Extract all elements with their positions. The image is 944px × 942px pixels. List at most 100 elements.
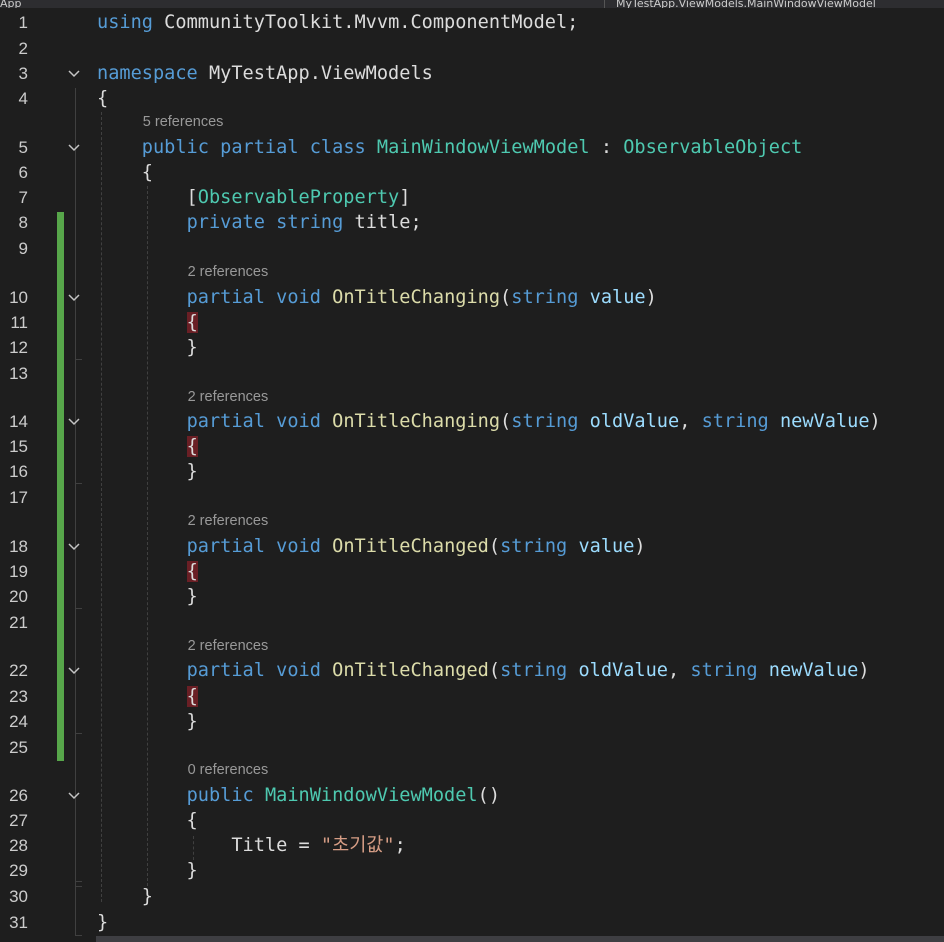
code-token: newValue — [768, 660, 859, 681]
line-number: 25 — [9, 738, 28, 757]
line-number: 17 — [9, 488, 28, 507]
code-line[interactable]: 4{ — [0, 86, 944, 111]
line-number: 4 — [18, 89, 28, 108]
project-tab-label[interactable]: App — [0, 0, 60, 8]
codelens-references[interactable]: 5 references — [143, 112, 224, 132]
code-text[interactable]: { — [97, 808, 198, 833]
code-token: { — [186, 561, 198, 582]
code-line[interactable]: 22 partial void OnTitleChanged(string ol… — [0, 658, 944, 683]
code-line[interactable]: 13 — [0, 361, 944, 386]
code-text[interactable]: } — [97, 459, 198, 484]
code-line[interactable]: 2 — [0, 36, 944, 61]
chevron-down-icon[interactable] — [67, 540, 81, 554]
code-token: "초기값" — [320, 835, 395, 856]
code-line[interactable]: 21 — [0, 610, 944, 635]
codelens-references[interactable]: 0 references — [188, 760, 269, 780]
line-number: 26 — [9, 786, 28, 805]
code-line[interactable]: 10 partial void OnTitleChanging(string v… — [0, 285, 944, 310]
horizontal-scrollbar[interactable] — [96, 936, 944, 942]
code-text[interactable]: { — [97, 434, 198, 459]
code-text[interactable]: using CommunityToolkit.Mvvm.ComponentMod… — [97, 10, 578, 35]
code-line[interactable]: 24 } — [0, 709, 944, 734]
code-line[interactable]: 5 public partial class MainWindowViewMod… — [0, 135, 944, 160]
code-line[interactable]: 17 — [0, 485, 944, 510]
code-text[interactable]: partial void OnTitleChanging(string valu… — [97, 285, 657, 310]
code-text[interactable]: public partial class MainWindowViewModel… — [97, 135, 803, 160]
code-line[interactable]: 12 } — [0, 335, 944, 360]
line-number: 6 — [18, 163, 28, 182]
code-text[interactable]: } — [97, 884, 153, 909]
codelens-references[interactable]: 2 references — [188, 511, 269, 531]
code-text[interactable]: public MainWindowViewModel() — [97, 783, 500, 808]
chevron-down-icon[interactable] — [67, 291, 81, 305]
top-bar: App MyTestApp.ViewModels.MainWindowViewM… — [0, 0, 944, 8]
code-text[interactable]: } — [97, 584, 198, 609]
code-token: oldValue — [589, 411, 680, 432]
code-token: OnTitleChanging — [332, 287, 501, 308]
code-token: void — [276, 660, 321, 681]
code-line[interactable]: 8 private string title; — [0, 210, 944, 235]
code-text[interactable]: partial void OnTitleChanging(string oldV… — [97, 409, 881, 434]
code-line[interactable]: 23 { — [0, 684, 944, 709]
code-text[interactable]: { — [97, 559, 198, 584]
code-line[interactable]: 31} — [0, 910, 944, 935]
code-text[interactable]: Title = "초기값"; — [97, 833, 405, 858]
chevron-down-icon[interactable] — [67, 664, 81, 678]
code-line[interactable]: 28 Title = "초기값"; — [0, 833, 944, 858]
code-token: () — [477, 785, 501, 806]
chevron-down-icon[interactable] — [67, 67, 81, 81]
code-editor[interactable]: App MyTestApp.ViewModels.MainWindowViewM… — [0, 0, 944, 942]
code-token: string — [511, 287, 579, 308]
code-line[interactable]: 1 using CommunityToolkit.Mvvm.ComponentMo… — [0, 10, 944, 35]
code-text[interactable]: { — [97, 310, 198, 335]
line-number: 31 — [9, 913, 28, 932]
code-token: } — [97, 586, 198, 607]
code-line[interactable]: 15 { — [0, 434, 944, 459]
navigation-breadcrumb[interactable]: MyTestApp.ViewModels.MainWindowViewModel — [616, 0, 944, 8]
code-text[interactable]: namespace MyTestApp.ViewModels — [97, 61, 433, 86]
code-token: } — [97, 912, 109, 933]
code-line[interactable]: 9 — [0, 236, 944, 261]
code-line[interactable]: 3 namespace MyTestApp.ViewModels — [0, 61, 944, 86]
code-text[interactable]: partial void OnTitleChanged(string oldVa… — [97, 658, 870, 683]
code-line[interactable]: 6 { — [0, 160, 944, 185]
chevron-down-icon[interactable] — [67, 141, 81, 155]
codelens-references[interactable]: 2 references — [188, 387, 269, 407]
code-text[interactable]: } — [97, 335, 198, 360]
code-token: string — [511, 411, 579, 432]
codelens-references[interactable]: 2 references — [188, 636, 269, 656]
code-text[interactable]: } — [97, 910, 108, 935]
code-line[interactable]: 16 } — [0, 459, 944, 484]
code-line[interactable]: 25 — [0, 735, 944, 760]
code-text[interactable]: partial void OnTitleChanged(string value… — [97, 534, 646, 559]
code-token: string — [276, 212, 344, 233]
code-line[interactable]: 11 { — [0, 310, 944, 335]
code-line[interactable]: 26 public MainWindowViewModel() — [0, 783, 944, 808]
code-line[interactable]: 20 } — [0, 584, 944, 609]
code-text[interactable]: { — [97, 684, 198, 709]
code-text[interactable]: } — [97, 709, 198, 734]
code-text[interactable]: } — [97, 858, 198, 883]
line-number: 23 — [9, 687, 28, 706]
code-text[interactable]: private string title; — [97, 210, 422, 235]
code-line[interactable]: 7 [ObservableProperty] — [0, 185, 944, 210]
code-line[interactable]: 19 { — [0, 559, 944, 584]
line-number: 3 — [18, 64, 28, 83]
code-text[interactable]: { — [97, 160, 153, 185]
code-text[interactable]: [ObservableProperty] — [97, 185, 411, 210]
code-line[interactable]: 30 } — [0, 884, 944, 909]
codelens-references[interactable]: 2 references — [188, 262, 269, 282]
code-line[interactable]: 27 { — [0, 808, 944, 833]
chevron-down-icon[interactable] — [67, 789, 81, 803]
code-token: { — [97, 162, 153, 183]
chevron-down-icon[interactable] — [67, 415, 81, 429]
code-line[interactable]: 29 } — [0, 858, 944, 883]
code-line[interactable]: 14 partial void OnTitleChanging(string o… — [0, 409, 944, 434]
code-line[interactable]: 18 partial void OnTitleChanged(string va… — [0, 534, 944, 559]
code-text[interactable]: { — [97, 86, 108, 111]
